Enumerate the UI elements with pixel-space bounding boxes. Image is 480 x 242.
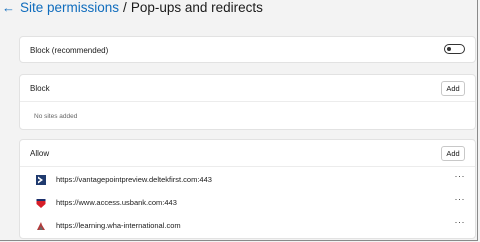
block-section-card: Block Add No sites added <box>19 74 476 130</box>
breadcrumb: ← Site permissions / Pop-ups and redirec… <box>2 0 263 16</box>
block-recommended-toggle[interactable] <box>444 44 465 54</box>
block-recommended-card: Block (recommended) <box>19 36 476 63</box>
page-title: Pop-ups and redirects <box>130 0 263 15</box>
toggle-knob <box>447 47 451 51</box>
deltek-favicon-icon <box>36 175 46 185</box>
allow-site-url: https://learning.wha-international.com <box>56 221 181 230</box>
allow-site-row[interactable]: https://learning.wha-international.com ·… <box>20 215 475 237</box>
allow-site-url: https://www.access.usbank.com:443 <box>56 198 177 207</box>
allow-section-title: Allow <box>30 149 50 158</box>
block-add-button[interactable]: Add <box>441 81 465 96</box>
divider <box>20 101 475 102</box>
block-recommended-label: Block (recommended) <box>30 46 109 55</box>
allow-add-button[interactable]: Add <box>441 146 465 161</box>
more-options-icon[interactable]: ··· <box>455 217 466 227</box>
block-empty-text: No sites added <box>34 113 78 120</box>
allow-site-row[interactable]: https://vantagepointpreview.deltekfirst.… <box>20 169 475 191</box>
wha-favicon-icon <box>37 222 45 230</box>
more-options-icon[interactable]: ··· <box>455 171 466 181</box>
allow-site-url: https://vantagepointpreview.deltekfirst.… <box>56 175 212 184</box>
usbank-shield-icon <box>36 199 46 208</box>
more-options-icon[interactable]: ··· <box>455 194 466 204</box>
breadcrumb-site-permissions-link[interactable]: Site permissions <box>20 0 119 15</box>
allow-site-row[interactable]: https://www.access.usbank.com:443 ··· <box>20 192 475 214</box>
breadcrumb-separator: / <box>123 0 127 15</box>
allow-section-card: Allow Add https://vantagepointpreview.de… <box>19 139 476 239</box>
block-section-title: Block <box>30 84 50 93</box>
back-arrow-icon[interactable]: ← <box>2 1 15 14</box>
divider <box>20 166 475 167</box>
